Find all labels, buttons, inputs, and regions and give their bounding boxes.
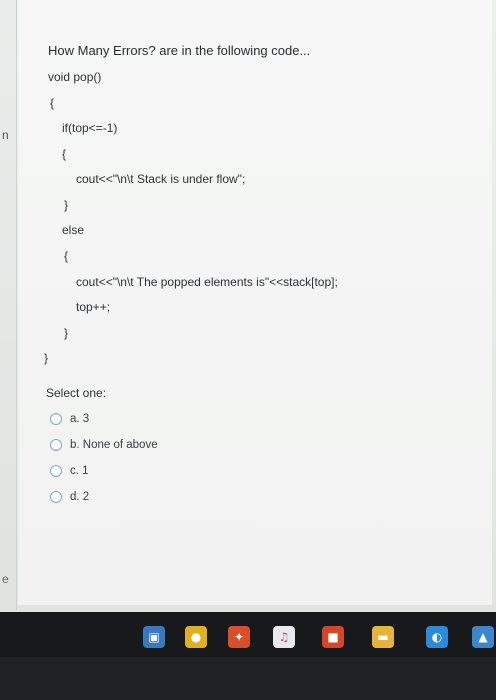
code-line: cout<<"\n\t The popped elements is"<<sta… [76,275,338,289]
store-icon[interactable]: ▣ [143,626,165,648]
option-c-label[interactable]: c. 1 [70,465,89,477]
code-line: void pop() [48,70,102,84]
code-line: if(top<=-1) [62,121,118,135]
sparkle-app-icon[interactable]: ✦ [228,626,250,648]
file-explorer-icon[interactable]: ▬ [372,626,394,648]
select-one-prompt: Select one: [46,386,107,400]
taskbar: ▣ ● ✦ ♫ ■ ▬ ◐ ▲ [0,612,496,657]
question-title: How Many Errors? are in the following co… [48,43,311,58]
radio-option-d[interactable] [50,491,62,503]
option-d-label[interactable]: d. 2 [70,491,89,503]
code-line: top++; [76,300,111,314]
code-line: } [44,351,49,365]
chrome-icon[interactable]: ● [185,626,207,648]
edge-icon[interactable]: ◐ [426,626,448,648]
code-line: { [64,249,69,263]
code-line: } [64,198,69,212]
option-a-label[interactable]: a. 3 [70,413,89,425]
code-line: } [64,326,69,340]
radio-option-c[interactable] [50,465,62,477]
answer-options: Select one: a. 3 b. None of above c. 1 d… [46,386,158,510]
code-line: cout<<"\n\t Stack is under flow"; [76,172,246,186]
code-line: else [62,223,85,237]
monitor-bezel [0,657,496,700]
radio-option-a[interactable] [50,413,62,425]
edge-text-fragment-bottom: e [2,572,9,586]
option-d[interactable]: d. 2 [50,484,158,510]
option-a[interactable]: a. 3 [50,406,158,432]
code-line: { [62,147,67,161]
itunes-icon[interactable]: ♫ [273,626,295,648]
option-c[interactable]: c. 1 [50,458,158,484]
office-icon[interactable]: ■ [322,626,344,648]
option-b[interactable]: b. None of above [50,432,158,458]
option-b-label[interactable]: b. None of above [70,439,158,451]
photos-icon[interactable]: ▲ [472,626,494,648]
left-window-edge: n e [0,0,17,610]
code-line: { [50,96,55,110]
edge-text-fragment-top: n [2,128,9,142]
radio-option-b[interactable] [50,439,62,451]
